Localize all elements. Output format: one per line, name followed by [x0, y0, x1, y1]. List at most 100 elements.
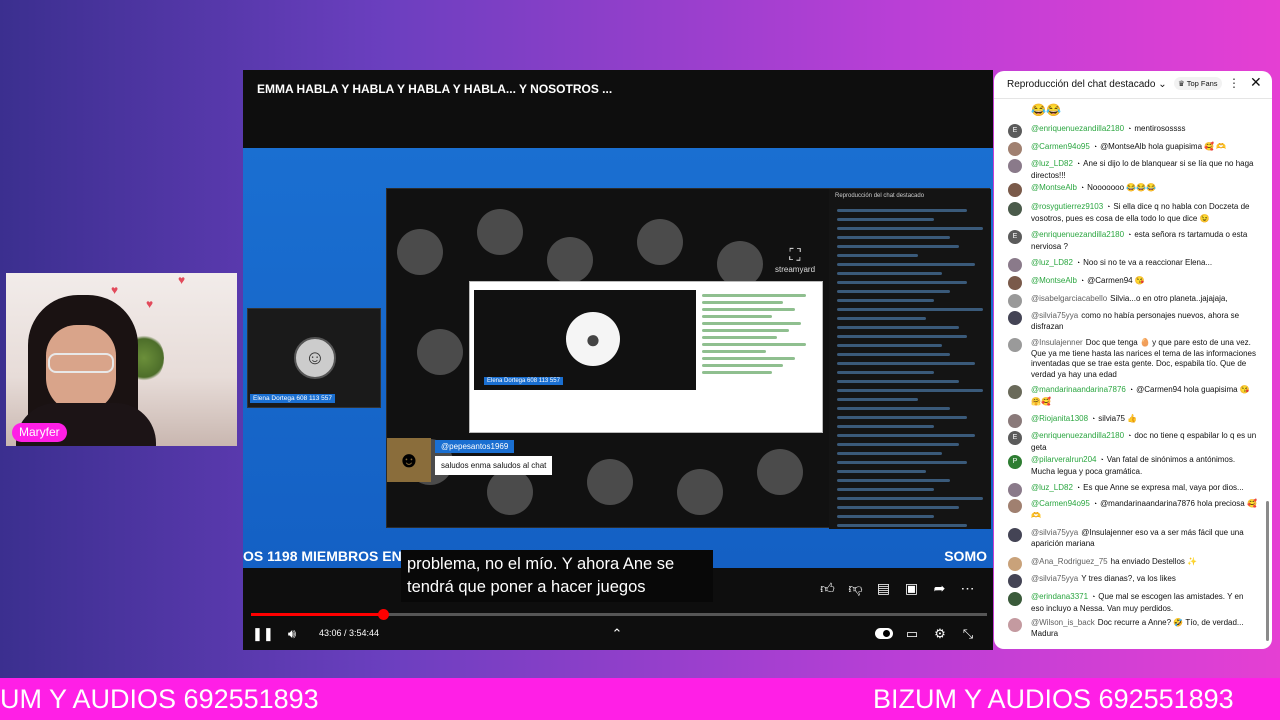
chat-message[interactable]: 😂😂	[1008, 104, 1258, 118]
chat-message[interactable]: @Wilson_is_back Doc recurre a Anne? 🤣 Tío…	[1008, 618, 1258, 639]
chat-avatar[interactable]	[1008, 499, 1022, 513]
chat-username[interactable]: @luz_LD82	[1031, 483, 1073, 492]
chat-message[interactable]: @silvia75yya como no había personajes nue…	[1008, 311, 1258, 332]
chat-message[interactable]: @MontseAlb ◔ Nooooooo 😂😂😂	[1008, 183, 1258, 197]
video-player[interactable]: EMMA HABLA Y HABLA Y HABLA Y HABLA... Y …	[243, 70, 993, 650]
chat-username[interactable]: @Ana_Rodriguez_75	[1031, 557, 1108, 566]
chat-message[interactable]: P @pilarveralrun204 ◔ Van fatal de sinónimo…	[1008, 455, 1258, 477]
chat-avatar[interactable]: E	[1008, 230, 1022, 244]
chat-avatar[interactable]	[1008, 338, 1022, 352]
chat-messages[interactable]: 😂😂 E @enriquenuezandilla2180 ◔ mentirosossss…	[994, 99, 1266, 647]
chat-scrollbar[interactable]	[1266, 501, 1269, 641]
chat-username[interactable]: @mandarinaandarina7876	[1031, 385, 1126, 394]
chat-message[interactable]: @Carmen94o95 ◔ @MontseAlb hola guapisima 🥰…	[1008, 142, 1258, 156]
chat-avatar[interactable]	[1008, 142, 1022, 156]
chat-username[interactable]: @silvia75yya	[1031, 528, 1078, 537]
chat-message[interactable]: @MontseAlb ◔ @Carmen94 😘	[1008, 276, 1258, 290]
chat-username[interactable]: @rosygutierrez9103	[1031, 202, 1103, 211]
video-title[interactable]: EMMA HABLA Y HABLA Y HABLA Y HABLA... Y …	[257, 82, 612, 96]
chat-avatar[interactable]: E	[1008, 431, 1022, 445]
chat-avatar[interactable]: P	[1008, 455, 1022, 469]
progress-knob[interactable]	[378, 609, 390, 620]
chat-username[interactable]: @Carmen94o95	[1031, 499, 1090, 508]
chat-username[interactable]: @Riojanita1308	[1031, 414, 1088, 423]
chat-message[interactable]: @luz_LD82 ◔ Ane si dijo lo de blanquear si…	[1008, 159, 1258, 181]
chat-avatar[interactable]	[1008, 183, 1022, 197]
member-badge-icon: ◔	[1092, 144, 1098, 151]
chat-avatar[interactable]	[1008, 592, 1022, 606]
chat-username[interactable]: @luz_LD82	[1031, 258, 1073, 267]
pause-button[interactable]: ❚❚	[252, 624, 274, 644]
chat-avatar[interactable]	[1008, 618, 1022, 632]
member-badge-icon: ◔	[1127, 232, 1132, 239]
chat-avatar[interactable]	[1008, 294, 1022, 308]
top-fans-button[interactable]: ♛ Top Fans	[1174, 77, 1222, 90]
subtitles-button[interactable]: ▭	[902, 624, 922, 644]
chat-username[interactable]: @erindana3371	[1031, 592, 1088, 601]
chat-avatar[interactable]: E	[1008, 124, 1022, 138]
chat-username[interactable]: @enriquenuezandilla2180	[1031, 431, 1124, 440]
chat-message[interactable]: E @enriquenuezandilla2180 ◔ doc no tiene q …	[1008, 431, 1258, 453]
video-frame[interactable]: ☺ Elena Dortega 608 113 557 ⛶ streamyard…	[243, 148, 993, 568]
comment-icon[interactable]: ▤	[875, 580, 892, 597]
dislike-icon[interactable]: 👎︎	[847, 580, 864, 597]
chat-icon[interactable]: ▣	[903, 580, 920, 597]
member-badge-icon: ◔	[1099, 457, 1104, 464]
chat-message[interactable]: @Carmen94o95 ◔ @mandarinaandarina7876 hola…	[1008, 499, 1258, 521]
settings-gear-icon[interactable]: ⚙	[930, 624, 950, 644]
chat-avatar[interactable]	[1008, 483, 1022, 497]
chat-message[interactable]: @Riojanita1308 ◔ silvia75 👍	[1008, 414, 1258, 428]
chat-avatar[interactable]	[1008, 528, 1022, 542]
more-options-icon[interactable]: ⋯	[959, 580, 976, 597]
chat-message-text: Es que Anne se expresa mal, vaya por dio…	[1083, 483, 1244, 492]
chat-message[interactable]: @silvia75yya @Insulajenner eso va a ser m…	[1008, 528, 1258, 549]
chat-message[interactable]: @mandarinaandarina7876 ◔ @Carmen94 hola gu…	[1008, 385, 1258, 407]
chat-avatar[interactable]	[1008, 414, 1022, 428]
chat-message[interactable]: @silvia75yya Y tres dianas?, va los likes	[1008, 574, 1258, 588]
chat-username[interactable]: @Carmen94o95	[1031, 142, 1090, 151]
chevron-up-icon[interactable]: ⌃	[607, 624, 627, 644]
chat-message[interactable]: @luz_LD82 ◔ Noo si no te va a reaccionar E…	[1008, 258, 1258, 272]
chat-header: Reproducción del chat destacado ⌄ ♛ Top …	[994, 71, 1272, 99]
close-icon[interactable]: ✕	[1250, 74, 1262, 91]
chat-avatar[interactable]	[1008, 311, 1022, 325]
chat-message[interactable]: @rosygutierrez9103 ◔ Si ella dice q no hab…	[1008, 202, 1258, 224]
chat-avatar[interactable]	[1008, 385, 1022, 399]
chat-username[interactable]: @isabelgarciacabello	[1031, 294, 1107, 303]
chat-mode-dropdown[interactable]: Reproducción del chat destacado ⌄	[1007, 79, 1167, 90]
chat-username[interactable]: @enriquenuezandilla2180	[1031, 124, 1124, 133]
chat-username[interactable]: @enriquenuezandilla2180	[1031, 230, 1124, 239]
chat-username[interactable]: @luz_LD82	[1031, 159, 1073, 168]
member-badge-icon: ◔	[1091, 594, 1096, 601]
chat-username[interactable]: @silvia75yya	[1031, 574, 1078, 583]
progress-bar[interactable]	[251, 609, 987, 620]
share-icon[interactable]: ➦	[931, 580, 948, 597]
chat-username[interactable]: @Wilson_is_back	[1031, 618, 1095, 627]
chat-avatar[interactable]	[1008, 159, 1022, 173]
chat-username[interactable]: @pilarveralrun204	[1031, 455, 1097, 464]
chat-avatar[interactable]	[1008, 557, 1022, 571]
chat-message[interactable]: @isabelgarciacabello Silvia...o en otro p…	[1008, 294, 1258, 308]
chat-avatar[interactable]	[1008, 202, 1022, 216]
chat-message-text: silvia75 👍	[1098, 414, 1138, 423]
chat-avatar[interactable]	[1008, 276, 1022, 290]
chat-more-icon[interactable]: ⋮	[1228, 76, 1240, 90]
exit-fullscreen-icon[interactable]: ⤡	[958, 624, 978, 644]
chat-username[interactable]: @silvia75yya	[1031, 311, 1078, 320]
chat-message[interactable]: @luz_LD82 ◔ Es que Anne se expresa mal, va…	[1008, 483, 1258, 497]
chat-avatar[interactable]	[1008, 574, 1022, 588]
autoplay-toggle[interactable]	[875, 628, 893, 639]
chat-message[interactable]: @Insulajenner Doc que tenga 🥚 y que pare …	[1008, 338, 1258, 380]
chat-message[interactable]: E @enriquenuezandilla2180 ◔ mentirosossss	[1008, 124, 1258, 138]
like-icon[interactable]: 👍︎	[819, 580, 836, 597]
chat-message[interactable]: @Ana_Rodriguez_75 ha enviado Destellos ✨	[1008, 557, 1258, 571]
chat-message[interactable]: E @enriquenuezandilla2180 ◔ esta señora rs …	[1008, 230, 1258, 252]
chat-avatar[interactable]	[1008, 258, 1022, 272]
chat-username[interactable]: @MontseAlb	[1031, 183, 1077, 192]
chat-username[interactable]: @Insulajenner	[1031, 338, 1083, 347]
chat-message[interactable]: @erindana3371 ◔ Que mal se escogen las ami…	[1008, 592, 1258, 614]
webcam-name-tag: Maryfer	[12, 423, 67, 442]
chat-username[interactable]: @MontseAlb	[1031, 276, 1077, 285]
volume-button[interactable]: 🔊︎	[282, 624, 302, 644]
member-badge-icon: ◔	[1127, 126, 1132, 133]
